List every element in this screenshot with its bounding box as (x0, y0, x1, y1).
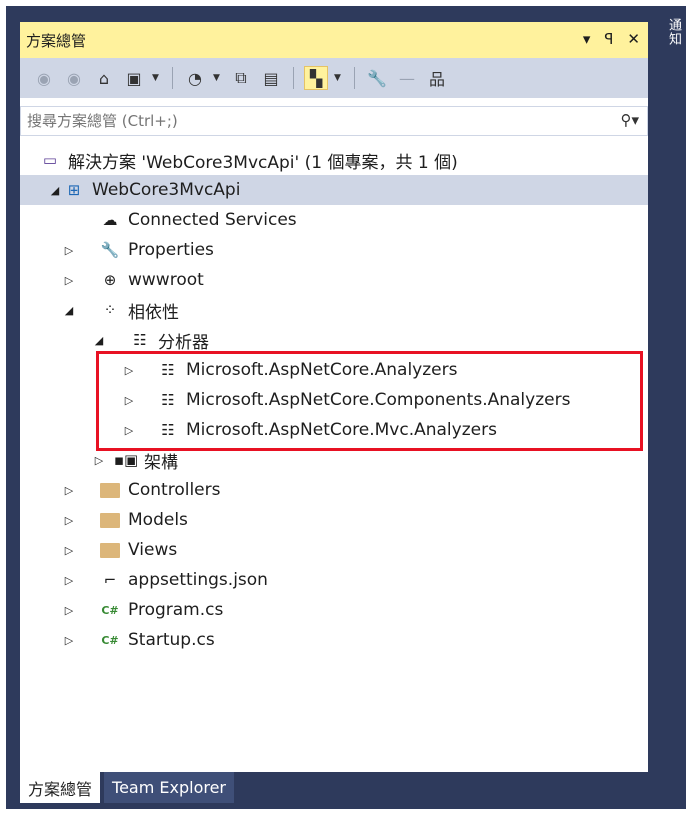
tree-item-appsettings[interactable]: ▷ ⌐ appsettings.json (20, 565, 648, 595)
outer-border (0, 0, 692, 6)
csharp-file-icon: C# (101, 603, 119, 617)
wrench-icon: 🔧 (100, 241, 120, 259)
tab-team-explorer[interactable]: Team Explorer (104, 772, 235, 803)
collapse-all-icon[interactable]: ▚ (304, 66, 328, 90)
window-position-dropdown[interactable]: ▾ (583, 30, 591, 48)
home-icon[interactable]: ⌂ (92, 66, 116, 90)
tree-item-controllers[interactable]: ▷ Controllers (20, 475, 648, 505)
expanded-arrow-icon[interactable]: ◢ (92, 334, 106, 347)
toolbar-separator (354, 67, 355, 89)
outer-border (686, 0, 692, 815)
cloud-services-icon: ☁ (102, 211, 118, 229)
analyzers-highlight-box (96, 351, 643, 451)
folder-icon (98, 510, 122, 530)
collapsed-arrow-icon[interactable]: ▷ (62, 274, 76, 287)
side-tab-notifications[interactable]: 通知 (661, 18, 683, 68)
tree-item-dependencies[interactable]: ◢ ⁘ 相依性 (20, 295, 648, 325)
auto-hide-pin-icon[interactable]: ꟼ (604, 30, 613, 48)
switch-views-icon[interactable]: ▣ (122, 66, 146, 90)
properties-wrench-icon[interactable]: 🔧 (365, 66, 389, 90)
panel-title: 方案總管 (26, 31, 87, 50)
toolbar-separator (293, 67, 294, 89)
tab-solution-explorer[interactable]: 方案總管 (20, 772, 101, 803)
framework-icon: ▪▣ (113, 451, 139, 469)
tree-item-solution[interactable]: ▭ 解決方案 'WebCore3MvcApi' (1 個專案，共 1 個) (20, 145, 648, 175)
bottom-tab-strip: 方案總管 Team Explorer (20, 772, 648, 803)
toolbar-separator (172, 67, 173, 89)
side-strip (655, 6, 686, 809)
search-box[interactable]: ⚲▾ (20, 106, 648, 136)
analyzer-icon: ☷ (133, 331, 147, 349)
outer-border (0, 0, 6, 815)
collapsed-arrow-icon[interactable]: ▷ (62, 514, 76, 527)
csharp-file-icon: C# (101, 633, 119, 647)
web-project-icon: ⊞ (67, 181, 81, 199)
search-icon[interactable]: ⚲▾ (620, 111, 639, 129)
tree-item-project[interactable]: ◢ ⊞ WebCore3MvcApi (20, 175, 648, 205)
forward-icon[interactable]: ◉ (62, 66, 86, 90)
outer-border (0, 809, 692, 815)
globe-icon: ⊕ (103, 271, 117, 289)
panel-titlebar: 方案總管 ▾ ꟼ ✕ (20, 22, 648, 58)
tree-item-program[interactable]: ▷ C# Program.cs (20, 595, 648, 625)
switch-views-dropdown-icon[interactable]: ▼ (152, 73, 162, 83)
dependencies-icon: ⁘ (103, 301, 117, 319)
collapsed-arrow-icon[interactable]: ▷ (62, 604, 76, 617)
close-panel-button[interactable]: ✕ (627, 30, 640, 48)
collapsed-arrow-icon[interactable]: ▷ (62, 574, 76, 587)
tree-item-models[interactable]: ▷ Models (20, 505, 648, 535)
collapsed-arrow-icon[interactable]: ▷ (62, 544, 76, 557)
collapsed-arrow-icon[interactable]: ▷ (62, 634, 76, 647)
collapsed-arrow-icon[interactable]: ▷ (62, 244, 76, 257)
tree-item-startup[interactable]: ▷ C# Startup.cs (20, 625, 648, 655)
preview-selected-icon[interactable]: — (395, 66, 419, 90)
view-class-diagram-icon[interactable]: 品 (425, 66, 449, 90)
folder-icon (98, 480, 122, 500)
expanded-arrow-icon[interactable]: ◢ (48, 184, 62, 197)
refresh-icon[interactable]: ▤ (259, 66, 283, 90)
pending-changes-filter-icon[interactable]: ◔ (183, 66, 207, 90)
folder-icon (98, 540, 122, 560)
panel-toolbar: ◉ ◉ ⌂ ▣ ▼ ◔ ▼ ⧉ ▤ ▚ ▼ 🔧 — 品 (20, 58, 648, 98)
sync-active-document-icon[interactable]: ⧉ (229, 66, 253, 90)
back-icon[interactable]: ◉ (32, 66, 56, 90)
json-file-icon: ⌐ (103, 571, 117, 589)
collapsed-arrow-icon[interactable]: ▷ (62, 484, 76, 497)
tree-item-views[interactable]: ▷ Views (20, 535, 648, 565)
collapsed-arrow-icon[interactable]: ▷ (92, 454, 106, 467)
tree-item-properties[interactable]: ▷ 🔧 Properties (20, 235, 648, 265)
solution-icon: ▭ (42, 151, 58, 169)
expanded-arrow-icon[interactable]: ◢ (62, 304, 76, 317)
tree-item-connected-services[interactable]: ☁ Connected Services (20, 205, 648, 235)
tree-item-wwwroot[interactable]: ▷ ⊕ wwwroot (20, 265, 648, 295)
filter-dropdown-icon[interactable]: ▼ (213, 73, 223, 83)
search-input[interactable] (27, 112, 587, 130)
collapse-dropdown-icon[interactable]: ▼ (334, 73, 344, 83)
